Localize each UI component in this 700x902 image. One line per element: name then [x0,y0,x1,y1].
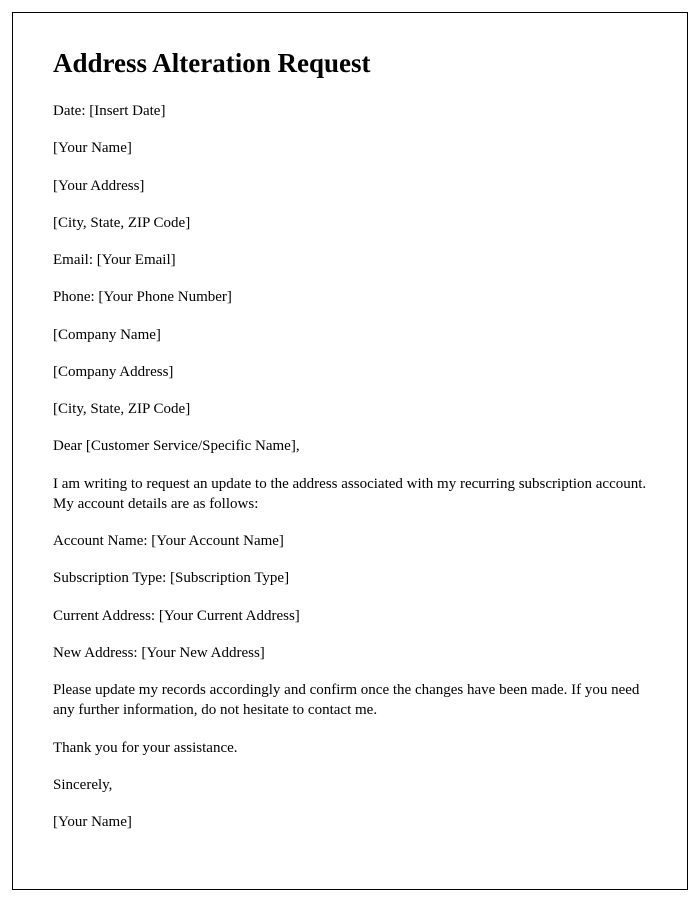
subscription-type-line: Subscription Type: [Subscription Type] [53,568,647,588]
thanks-line: Thank you for your assistance. [53,738,647,758]
company-address: [Company Address] [53,362,647,382]
salutation: Dear [Customer Service/Specific Name], [53,436,647,456]
sender-name: [Your Name] [53,138,647,158]
date-line: Date: [Insert Date] [53,101,647,121]
request-paragraph: Please update my records accordingly and… [53,680,647,721]
company-city-state-zip: [City, State, ZIP Code] [53,399,647,419]
signature-line: [Your Name] [53,812,647,832]
sender-phone: Phone: [Your Phone Number] [53,287,647,307]
new-address-line: New Address: [Your New Address] [53,643,647,663]
company-name: [Company Name] [53,325,647,345]
account-name-line: Account Name: [Your Account Name] [53,531,647,551]
document-title: Address Alteration Request [53,48,647,79]
sender-city-state-zip: [City, State, ZIP Code] [53,213,647,233]
document-container: Address Alteration Request Date: [Insert… [12,12,688,890]
sender-email: Email: [Your Email] [53,250,647,270]
intro-paragraph: I am writing to request an update to the… [53,474,647,515]
closing-line: Sincerely, [53,775,647,795]
current-address-line: Current Address: [Your Current Address] [53,606,647,626]
sender-address: [Your Address] [53,176,647,196]
